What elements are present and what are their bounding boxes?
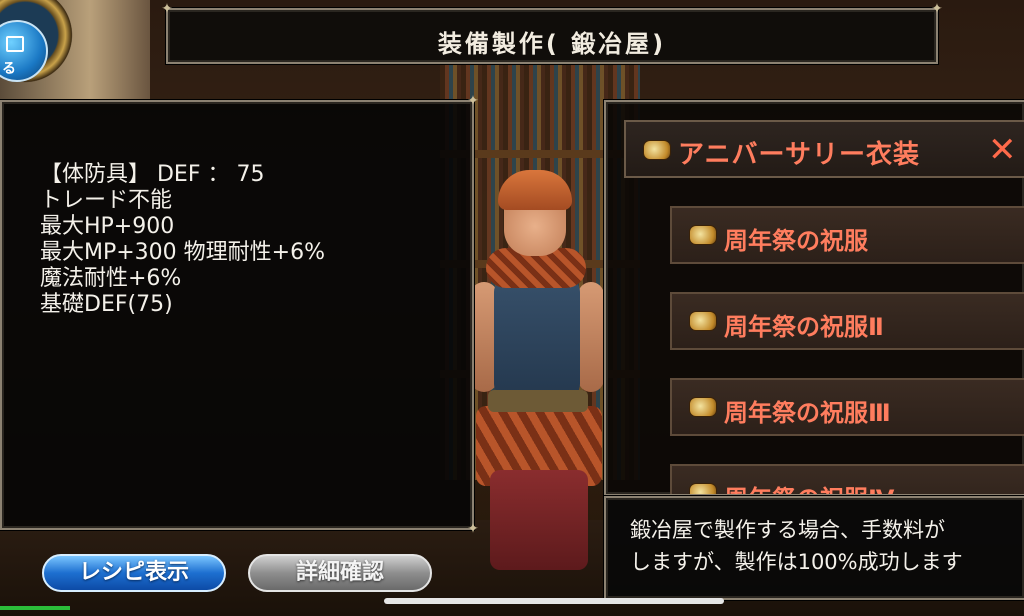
- detail-check-button[interactable]: 詳細確認: [248, 554, 432, 592]
- page-title: 装備製作( 鍛冶屋): [437, 30, 667, 58]
- scroll-icon: [690, 484, 716, 494]
- recipe-category-header[interactable]: アニバーサリー衣装 ✕: [624, 120, 1024, 178]
- character-belt: [488, 390, 588, 412]
- recipe-item-label: 周年祭の祝服Ⅲ: [724, 399, 891, 427]
- category-label: アニバーサリー衣装: [678, 140, 920, 170]
- stat-line: 最大HP+900: [40, 214, 175, 239]
- character-hair: [498, 170, 572, 210]
- stat-line: 魔法耐性+6%: [40, 266, 182, 291]
- corner-ornament-icon: ✦: [161, 1, 173, 17]
- recipe-item-label: 周年祭の祝服Ⅳ: [724, 479, 894, 494]
- stat-line: トレード不能: [40, 188, 173, 213]
- character-body: [494, 278, 580, 398]
- recipe-item-label: 周年祭の祝服: [724, 227, 868, 255]
- recipe-item[interactable]: 周年祭の祝服: [670, 206, 1024, 264]
- stat-line: 最大MP+300 物理耐性+6%: [40, 240, 326, 265]
- progress-bar: [0, 606, 70, 610]
- message-box: ✦ 鍛冶屋で製作する場合、手数料が しますが、製作は100%成功します: [604, 496, 1024, 600]
- title-bar: ✦ ✦ 装備製作( 鍛冶屋): [161, 1, 943, 64]
- recipe-list-panel[interactable]: アニバーサリー衣装 ✕ 周年祭の祝服 周年祭の祝服Ⅱ 周年祭の祝服Ⅲ 周年祭の祝…: [604, 100, 1024, 496]
- close-icon[interactable]: ✕: [988, 130, 1017, 170]
- scroll-icon: [690, 226, 716, 244]
- scroll-icon: [690, 398, 716, 416]
- recipe-item[interactable]: 周年祭の祝服Ⅲ: [670, 378, 1024, 436]
- corner-ornament-icon: ✦: [467, 93, 479, 109]
- item-stats: 【体防具】 DEF ： 75 トレード不能 最大HP+900 最大MP+300 …: [40, 162, 325, 318]
- recipe-item[interactable]: 周年祭の祝服Ⅳ: [670, 464, 1024, 494]
- corner-ornament-icon: ✦: [931, 1, 943, 17]
- home-indicator[interactable]: [384, 598, 724, 604]
- item-info-panel: ✦ ✦ 【体防具】 DEF ： 75 トレード不能 最大HP+900 最大MP+…: [0, 93, 479, 537]
- message-line: しますが、製作は100%成功します: [630, 550, 963, 574]
- recipe-item-label: 周年祭の祝服Ⅱ: [724, 313, 884, 341]
- menu-button-label: る: [2, 61, 16, 77]
- message-line: 鍛冶屋で製作する場合、手数料が: [630, 518, 945, 542]
- corner-ornament-icon: ✦: [467, 521, 479, 537]
- recipe-item[interactable]: 周年祭の祝服Ⅱ: [670, 292, 1024, 350]
- stat-line: 基礎DEF(75): [40, 292, 173, 317]
- scroll-icon: [690, 312, 716, 330]
- character-arm: [578, 282, 604, 392]
- scroll-icon: [644, 141, 670, 159]
- corner-ornament-icon: ✦: [606, 498, 614, 506]
- stat-line: 【体防具】 DEF ： 75: [40, 162, 265, 187]
- show-recipe-button[interactable]: レシピ表示: [42, 554, 226, 592]
- window-icon: [6, 36, 24, 52]
- character-legs: [490, 470, 588, 570]
- character-preview: [468, 170, 618, 570]
